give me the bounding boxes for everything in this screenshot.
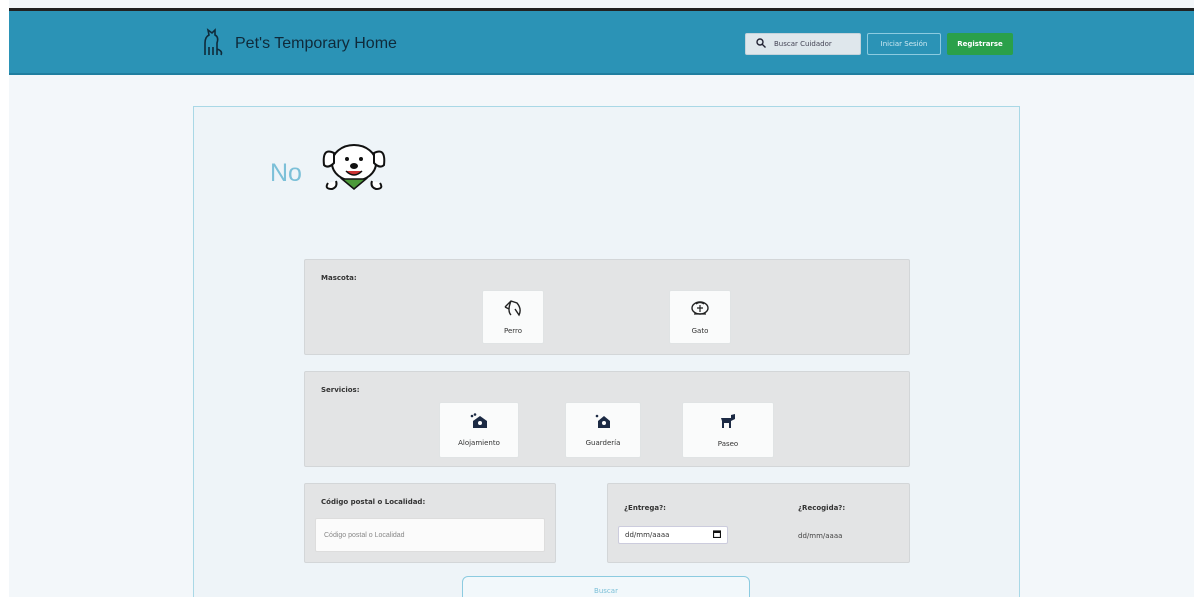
left-margin bbox=[0, 0, 9, 597]
services-label: Servicios: bbox=[321, 386, 360, 394]
pet-type-label: Mascota: bbox=[321, 274, 357, 282]
service-option-lodging[interactable]: Alojamiento bbox=[439, 402, 519, 458]
happy-dog-icon bbox=[314, 139, 394, 199]
delivery-date-label: ¿Entrega?: bbox=[624, 504, 666, 512]
dog-sitting-icon bbox=[199, 27, 225, 61]
service-option-daycare[interactable]: Guardería bbox=[565, 402, 641, 458]
location-panel: Código postal o Localidad: Código postal… bbox=[304, 483, 556, 563]
navbar: Pet's Temporary Home Buscar Cuidador Ini… bbox=[9, 11, 1194, 75]
search-submit-button[interactable]: Buscar bbox=[462, 576, 750, 597]
pet-option-dog-label: Perro bbox=[503, 327, 523, 335]
service-option-lodging-label: Alojamiento bbox=[458, 439, 500, 447]
delivery-date-input[interactable]: dd/mm/aaaa bbox=[618, 526, 728, 544]
search-caretaker-button[interactable]: Buscar Cuidador bbox=[745, 33, 861, 55]
brand[interactable]: Pet's Temporary Home bbox=[199, 27, 397, 61]
dates-panel: ¿Entrega?: dd/mm/aaaa ¿Recogida?: dd/mm/… bbox=[607, 483, 910, 563]
delivery-date-value: dd/mm/aaaa bbox=[625, 531, 670, 539]
house-paw-small-icon bbox=[593, 413, 613, 431]
services-panel: Servicios: Alojamiento Guardería Paseo bbox=[304, 371, 910, 467]
search-caretaker-label: Buscar Cuidador bbox=[774, 40, 832, 48]
register-button[interactable]: Registrarse bbox=[947, 33, 1013, 55]
service-option-daycare-label: Guardería bbox=[585, 439, 621, 447]
dog-walk-icon bbox=[718, 412, 738, 432]
nav-actions: Buscar Cuidador Iniciar Sesión Registrar… bbox=[745, 33, 1013, 55]
login-button[interactable]: Iniciar Sesión bbox=[867, 33, 941, 55]
search-card: No Mascota: Perro Gato Servicios: Alojam… bbox=[193, 106, 1020, 597]
calendar-icon bbox=[712, 530, 722, 540]
house-paw-icon bbox=[469, 413, 489, 431]
cat-icon bbox=[690, 299, 710, 319]
pickup-date-input[interactable]: dd/mm/aaaa bbox=[798, 532, 842, 540]
dog-head-icon bbox=[503, 299, 523, 319]
pet-option-cat[interactable]: Gato bbox=[669, 290, 731, 344]
search-icon bbox=[756, 38, 766, 50]
location-label: Código postal o Localidad: bbox=[321, 498, 426, 506]
hero-text: No bbox=[270, 159, 302, 187]
service-option-walk-label: Paseo bbox=[717, 440, 739, 448]
pickup-date-label: ¿Recogida?: bbox=[798, 504, 846, 512]
pet-option-cat-label: Gato bbox=[691, 327, 709, 335]
brand-title: Pet's Temporary Home bbox=[235, 35, 397, 52]
pet-type-panel: Mascota: Perro Gato bbox=[304, 259, 910, 355]
location-input[interactable]: Código postal o Localidad bbox=[315, 518, 545, 552]
pet-option-dog[interactable]: Perro bbox=[482, 290, 544, 344]
service-option-walk[interactable]: Paseo bbox=[682, 402, 774, 458]
